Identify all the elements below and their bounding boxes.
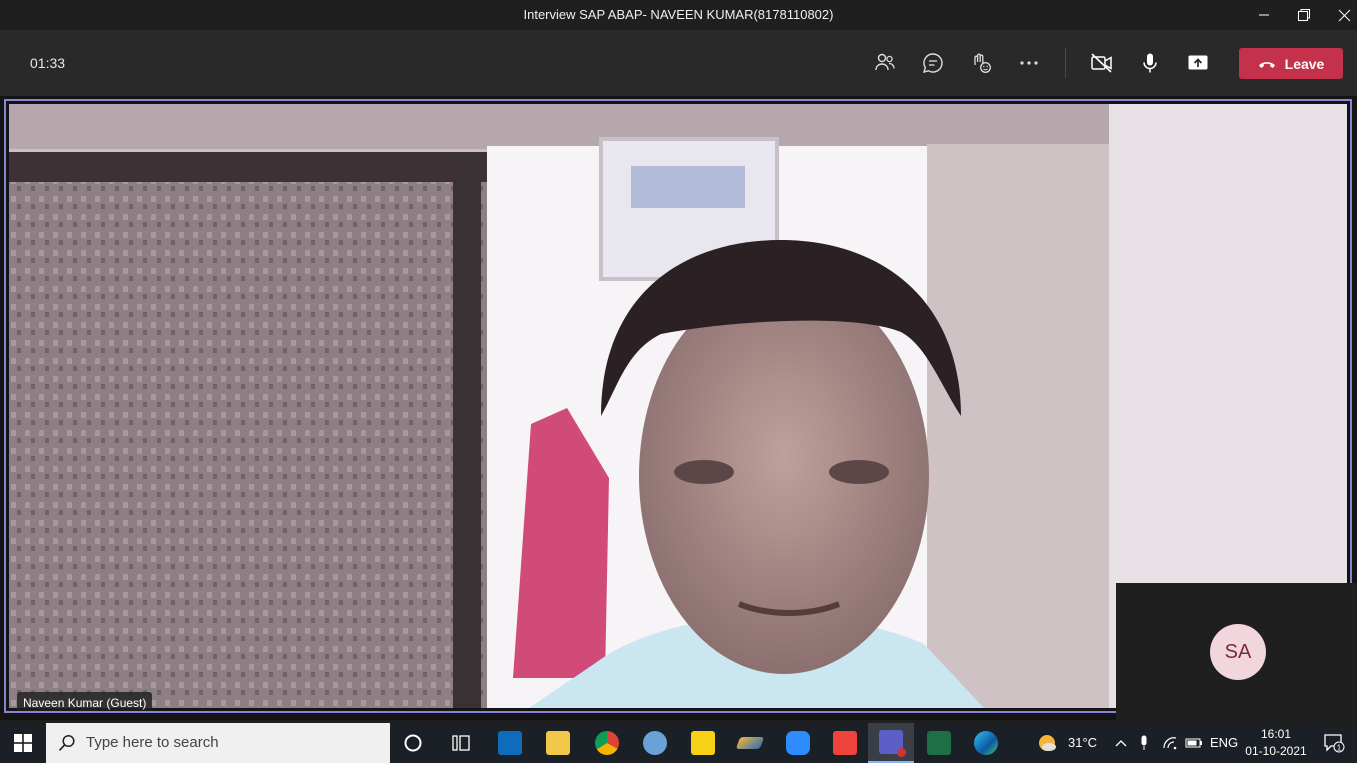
- people-icon: [875, 53, 895, 71]
- camera-off-icon: [1091, 53, 1112, 73]
- minimize-icon: [1259, 14, 1269, 16]
- chevron-up-icon: [1115, 740, 1127, 747]
- windows-logo-icon: [14, 734, 32, 752]
- file-explorer-app[interactable]: [535, 723, 581, 763]
- reactions-button[interactable]: [965, 47, 997, 79]
- show-participants-button[interactable]: [869, 47, 901, 79]
- raise-hand-icon: [974, 53, 991, 73]
- restore-button[interactable]: [1284, 0, 1324, 30]
- self-video-tile[interactable]: SA: [1116, 583, 1357, 720]
- zoom-icon: [786, 731, 810, 755]
- notifications-button[interactable]: 1: [1314, 723, 1354, 763]
- windows-taskbar: Type here to search 31°C ENG 16:01 01-10…: [0, 723, 1357, 763]
- show-conversation-button[interactable]: [917, 47, 949, 79]
- show-hidden-icons-button[interactable]: [1110, 723, 1132, 763]
- task-view-icon: [452, 735, 470, 751]
- taskbar-search-box[interactable]: Type here to search: [46, 723, 390, 763]
- title-bar: Interview SAP ABAP- NAVEEN KUMAR(8178110…: [0, 0, 1357, 30]
- chrome-app[interactable]: [584, 723, 630, 763]
- close-button[interactable]: [1324, 0, 1357, 30]
- participant-name-label: Naveen Kumar (Guest): [17, 692, 153, 711]
- paint-app[interactable]: [632, 723, 678, 763]
- zoom-app[interactable]: [775, 723, 821, 763]
- more-actions-button[interactable]: [1013, 47, 1045, 79]
- teams-icon: [879, 730, 906, 757]
- chrome-icon: [595, 731, 619, 755]
- tray-microphone[interactable]: [1133, 723, 1155, 763]
- call-timer: 01:33: [30, 55, 66, 71]
- weather-temperature[interactable]: 31°C: [1068, 723, 1097, 763]
- leave-label: Leave: [1284, 55, 1325, 72]
- window-title: Interview SAP ABAP- NAVEEN KUMAR(8178110…: [523, 7, 834, 22]
- tray-battery[interactable]: [1182, 723, 1206, 763]
- camera-toggle-button[interactable]: [1086, 47, 1118, 79]
- minimize-button[interactable]: [1244, 0, 1284, 30]
- outlook-icon: [498, 731, 522, 755]
- avatar: SA: [1210, 624, 1266, 680]
- toolbar-divider: [1065, 48, 1066, 78]
- notification-count: 1: [1337, 744, 1342, 753]
- close-icon: [1338, 9, 1350, 21]
- task-view-button[interactable]: [438, 723, 484, 763]
- taskbar-clock[interactable]: 16:01 01-10-2021: [1243, 726, 1309, 760]
- cortana-button[interactable]: [390, 723, 436, 763]
- weather-sun-icon: [1039, 735, 1056, 751]
- sticky-notes-app[interactable]: [680, 723, 726, 763]
- call-toolbar: 01:33 Leave: [0, 30, 1357, 96]
- share-screen-icon: [1188, 55, 1208, 70]
- input-language[interactable]: ENG: [1210, 723, 1238, 763]
- tray-wifi[interactable]: [1158, 723, 1182, 763]
- file-explorer-icon: [546, 731, 570, 755]
- sticky-notes-icon: [691, 731, 715, 755]
- leave-button[interactable]: Leave: [1239, 48, 1343, 79]
- restore-icon: [1298, 9, 1310, 21]
- weather-widget[interactable]: [1025, 723, 1069, 763]
- cortana-icon: [404, 734, 422, 752]
- chat-icon: [922, 53, 943, 74]
- search-placeholder: Type here to search: [86, 734, 219, 751]
- outlook-app[interactable]: [487, 723, 533, 763]
- more-icon: [1020, 61, 1038, 65]
- teams-app[interactable]: [868, 723, 914, 763]
- pen-app[interactable]: [727, 723, 773, 763]
- clock-time: 16:01: [1260, 727, 1292, 741]
- search-icon: [58, 734, 75, 751]
- battery-icon: [1185, 738, 1202, 748]
- notification-center-icon: 1: [1324, 734, 1345, 753]
- start-button[interactable]: [0, 723, 46, 763]
- excel-app[interactable]: [916, 723, 962, 763]
- hang-up-icon: [1258, 61, 1275, 68]
- pen-app-icon: [735, 737, 765, 749]
- tray-microphone-icon: [1141, 735, 1147, 750]
- excel-icon: [927, 731, 951, 755]
- edge-app[interactable]: [963, 723, 1009, 763]
- edge-icon: [974, 731, 998, 755]
- wifi-icon: [1163, 737, 1177, 750]
- anydesk-app[interactable]: [822, 723, 868, 763]
- microphone-toggle-button[interactable]: [1134, 47, 1166, 79]
- clock-date: 01-10-2021: [1245, 744, 1307, 758]
- paint-icon: [643, 731, 667, 755]
- microphone-icon: [1143, 53, 1157, 73]
- video-stage: Naveen Kumar (Guest) SA: [0, 96, 1357, 720]
- share-content-button[interactable]: [1182, 47, 1214, 79]
- anydesk-icon: [833, 731, 857, 755]
